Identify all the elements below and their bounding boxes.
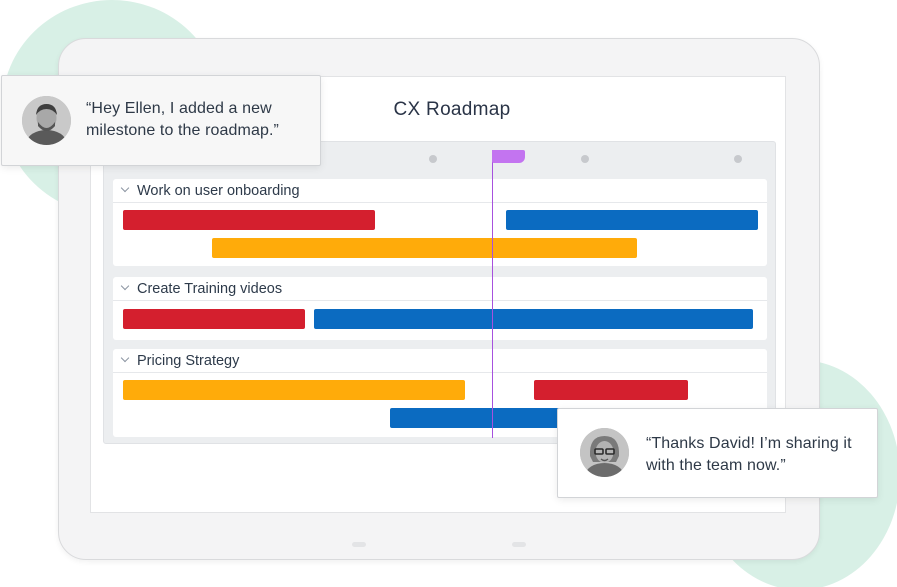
roadmap-bar[interactable] — [314, 309, 753, 329]
chat-message-text: “Thanks David! I’m sharing it with the t… — [646, 435, 852, 474]
roadmap-bar[interactable] — [123, 380, 465, 400]
chevron-down-icon[interactable] — [121, 185, 129, 193]
timeline-tick — [734, 155, 742, 163]
avatar-david-icon — [22, 96, 71, 145]
tablet-notch-left — [352, 542, 366, 547]
chevron-down-icon[interactable] — [121, 355, 129, 363]
group-label: Work on user onboarding — [137, 182, 300, 199]
group-label: Pricing Strategy — [137, 352, 240, 369]
roadmap-bar[interactable] — [506, 210, 758, 230]
timeline-tick — [429, 155, 437, 163]
chat-bubble-david: “Hey Ellen, I added a new milestone to t… — [1, 75, 321, 166]
roadmap-bar[interactable] — [123, 309, 305, 329]
group-header[interactable]: Create Training videos — [113, 277, 767, 301]
avatar-ellen-icon — [580, 428, 629, 477]
roadmap-bar[interactable] — [212, 238, 637, 258]
chat-message-text: “Hey Ellen, I added a new milestone to t… — [86, 100, 279, 139]
group-header[interactable]: Pricing Strategy — [113, 349, 767, 373]
roadmap-bar[interactable] — [123, 210, 375, 230]
chevron-down-icon[interactable] — [121, 283, 129, 291]
tablet-notch-right — [512, 542, 526, 547]
roadmap-bar[interactable] — [534, 380, 688, 400]
milestone-flag[interactable] — [492, 150, 525, 163]
milestone-line[interactable] — [492, 150, 493, 438]
group-label: Create Training videos — [137, 280, 283, 297]
roadmap-bar[interactable] — [390, 408, 570, 428]
timeline-tick — [581, 155, 589, 163]
chat-bubble-ellen: “Thanks David! I’m sharing it with the t… — [557, 408, 878, 498]
group-header[interactable]: Work on user onboarding — [113, 179, 767, 203]
